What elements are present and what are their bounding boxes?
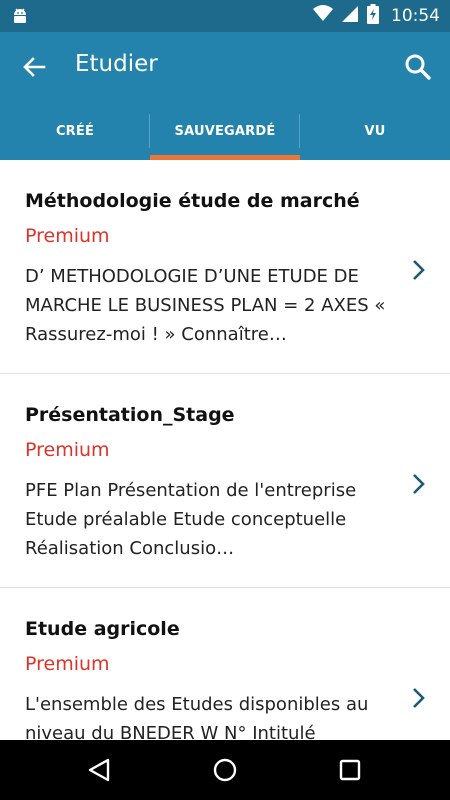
tab-label: SAUVEGARDÉ	[174, 123, 276, 139]
item-excerpt: L'ensemble des Etudes disponibles au niv…	[25, 694, 369, 740]
premium-badge: Premium	[25, 653, 110, 675]
battery-charging-icon	[367, 4, 379, 28]
tab-vu[interactable]: VU	[300, 102, 450, 160]
chevron-right-icon[interactable]	[408, 686, 428, 710]
item-title: Présentation_Stage	[25, 404, 235, 426]
search-icon[interactable]	[402, 51, 434, 83]
tab-bar: CRÉÉ SAUVEGARDÉ VU	[0, 102, 450, 160]
list-item[interactable]: Etude agricole Premium L'ensemble des Et…	[0, 588, 450, 740]
tab-label: VU	[364, 123, 386, 139]
back-triangle-icon[interactable]	[84, 755, 114, 785]
tab-sauvegarde[interactable]: SAUVEGARDÉ	[150, 102, 300, 160]
signal-icon	[341, 5, 359, 27]
status-bar: 10:54	[0, 0, 450, 32]
arrow-left-icon[interactable]	[20, 52, 50, 82]
system-nav-bar	[0, 740, 450, 800]
chevron-right-icon[interactable]	[408, 472, 428, 496]
tab-cree[interactable]: CRÉÉ	[0, 102, 150, 160]
android-icon	[10, 6, 30, 30]
item-excerpt: D’ METHODOLOGIE D’UNE ETUDE DE MARCHE LE…	[25, 266, 386, 345]
page-title: Etudier	[75, 51, 158, 77]
status-time: 10:54	[391, 6, 440, 26]
list-item[interactable]: Méthodologie étude de marché Premium D’ …	[0, 160, 450, 374]
recents-square-icon[interactable]	[335, 755, 365, 785]
chevron-right-icon[interactable]	[408, 258, 428, 282]
tab-label: CRÉÉ	[55, 123, 95, 139]
item-excerpt: PFE Plan Présentation de l'entreprise Et…	[25, 480, 357, 559]
wifi-icon	[313, 5, 333, 27]
app-bar: Etudier	[0, 32, 450, 102]
premium-badge: Premium	[25, 439, 110, 461]
premium-badge: Premium	[25, 225, 110, 247]
home-circle-icon[interactable]	[210, 755, 240, 785]
list-item[interactable]: Présentation_Stage Premium PFE Plan Prés…	[0, 374, 450, 588]
document-list: Méthodologie étude de marché Premium D’ …	[0, 160, 450, 740]
item-title: Méthodologie étude de marché	[25, 190, 360, 212]
item-title: Etude agricole	[25, 618, 180, 640]
